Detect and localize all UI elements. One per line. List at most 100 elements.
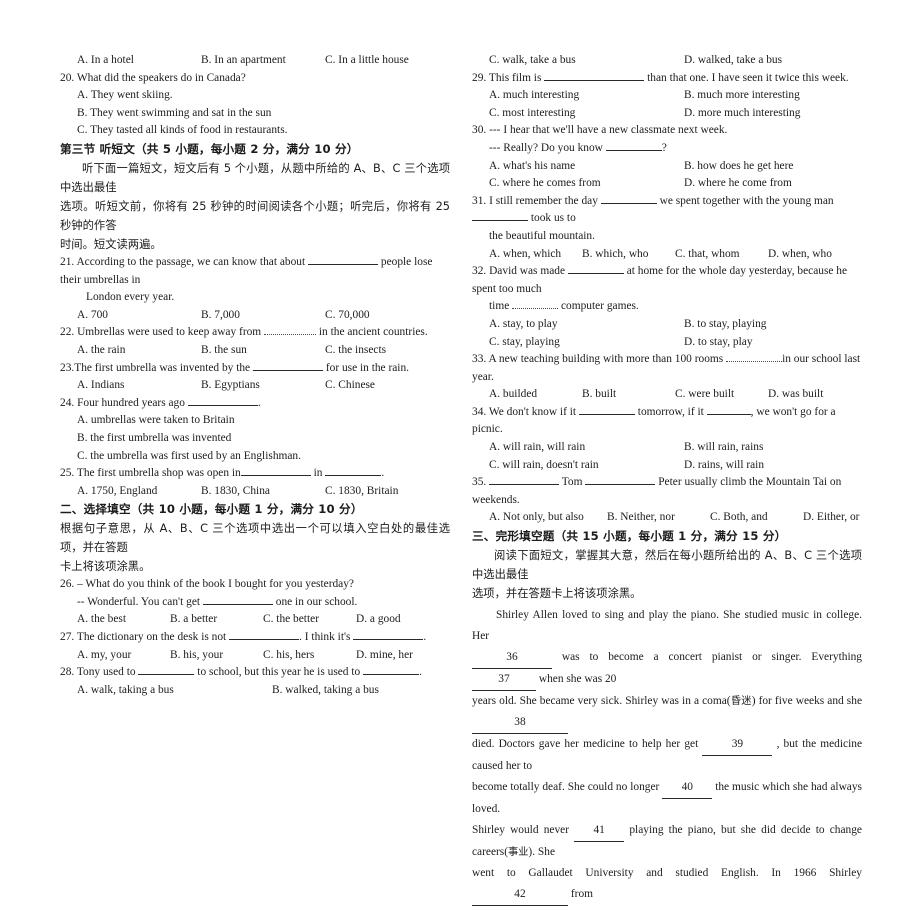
question-28-blank-2 [363, 674, 420, 676]
option-d: D. Either, or [803, 511, 860, 524]
question-21-stem: 21. According to the passage, we can kno… [60, 254, 450, 289]
question-25-blank-2 [325, 475, 382, 477]
cloze-text-13: went to Gallaudet University and studied… [472, 867, 862, 880]
section-3-instruction-line-2: 选项。听短文前，你将有 25 秒钟的时间阅读各个小题；听完后，你将有 25 秒钟… [60, 199, 450, 232]
question-24-stem-part2: . [257, 396, 261, 409]
question-34-blank-2 [706, 413, 751, 415]
option-d: D. a good [356, 613, 401, 626]
question-23-stem: 23.The first umbrella was invented by th… [60, 360, 450, 378]
question-29-stem-part1: 29. This film is [472, 71, 542, 84]
question-34-stem-part2: tomorrow, if it [637, 405, 704, 418]
question-29-options-row2: C. most interesting D. more much interes… [472, 105, 862, 123]
cloze-text-14: from [570, 888, 594, 901]
option-c: C. Chinese [325, 379, 375, 392]
option-b: B. the sun [201, 343, 247, 356]
question-23-blank [252, 369, 323, 371]
question-29-blank [544, 79, 645, 81]
question-22-blank [264, 334, 317, 336]
section-cloze-heading: 三、完形填空题（共 15 小题，每小题 1 分，满分 15 分） [472, 527, 862, 546]
question-31-blank-2 [472, 220, 528, 222]
option-a: A. 700 [77, 308, 109, 321]
cloze-blank-42: 42 [472, 884, 568, 906]
cloze-blank-37: 37 [472, 669, 536, 692]
left-column: A. In a hotel B. In an apartment C. In a… [60, 52, 450, 699]
option-b: B. 1830, China [201, 484, 270, 497]
cloze-blank-41: 41 [574, 820, 625, 843]
question-28-options: A. walk, taking a bus B. walked, taking … [60, 682, 450, 700]
section-2-score-note: （共 10 小题，每小题 1 分，满分 10 分） [130, 502, 363, 517]
question-31-stem-line2: the beautiful mountain. [489, 229, 595, 242]
section-2-instruction-line-2: 卡上将该项涂黑。 [60, 560, 151, 574]
question-33-stem: 33. A new teaching building with more th… [472, 351, 862, 386]
option-a: A. the rain [77, 343, 126, 356]
question-24-option-c: C. the umbrella was first used by an Eng… [77, 449, 301, 462]
question-20-stem: 20. What did the speakers do in Canada? [60, 71, 246, 84]
option-c: C. Both, and [710, 511, 768, 524]
question-34-stem-part1: 34. We don't know if it [472, 405, 577, 418]
option-c: C. were built [675, 388, 735, 401]
option-c: C. where he comes from [489, 177, 601, 190]
question-31-options: A. when, which B. which, who C. that, wh… [472, 246, 862, 264]
question-26-options: A. the best B. a better C. the better D.… [60, 611, 450, 629]
question-20-option-c: C. They tasted all kinds of food in rest… [77, 124, 288, 137]
option-b: B. much more interesting [684, 89, 800, 102]
section-cloze-instruction-line-1: 阅读下面短文，掌握其大意，然后在每小题所给出的 A、B、C 三个选项中选出最佳 [472, 549, 862, 582]
option-c: C. stay, playing [489, 335, 560, 348]
question-30-reply: --- Really? Do you know ? [472, 140, 862, 158]
question-26-stem: 26. – What do you think of the book I bo… [60, 578, 354, 591]
question-31-stem-part1: 31. I still remember the day [472, 194, 598, 207]
question-28-stem-part3: . [419, 666, 422, 679]
section-cloze-instruction-line-2: 选项，并在答题卡上将该项涂黑。 [472, 587, 642, 601]
question-35-stem: 35. Tom Peter usually climb the Mountain… [472, 474, 862, 509]
cloze-text-10: Shirley would never [472, 824, 569, 837]
question-22-options: A. the rain B. the sun C. the insects [60, 342, 450, 360]
question-30-options-row2: C. where he comes from D. where he come … [472, 175, 862, 193]
question-32-stem-line2: time computer games. [472, 298, 862, 316]
option-d: D. was built [768, 388, 824, 401]
question-35-stem-part2: Tom [561, 476, 583, 489]
question-27-stem-part3: . [423, 631, 427, 644]
question-34-blank-1 [578, 413, 635, 415]
question-35-stem-part1: 35. [472, 476, 487, 489]
question-27-blank-1 [229, 639, 300, 641]
option-b: B. Egyptians [201, 379, 260, 392]
option-d: D. more much interesting [684, 106, 801, 119]
question-31-stem-part2: we spent together with the young man [659, 194, 834, 207]
cloze-blank-36: 36 [472, 647, 552, 670]
section-3-instruction-line-3: 时间。短文读两遍。 [60, 237, 162, 251]
question-30-stem: 30. --- I hear that we'll have a new cla… [472, 124, 728, 137]
option-a: A. builded [489, 388, 538, 401]
question-26-reply: -- Wonderful. You can't get one in our s… [60, 594, 450, 612]
cloze-text-3: when she was 20 [538, 673, 617, 686]
option-b: B. which, who [582, 247, 649, 260]
option-a: A. Not only, but also [489, 511, 584, 524]
option-a: A. my, your [77, 648, 132, 661]
option-c: C. 1830, Britain [325, 484, 399, 497]
question-32-options-row1: A. stay, to play B. to stay, playing [472, 316, 862, 334]
section-2-heading: 二、选择填空（共 10 小题，每小题 1 分，满分 10 分） [60, 500, 450, 519]
option-d: D. walked, take a bus [684, 54, 783, 66]
question-33-blank [726, 361, 783, 363]
question-32-stem-part1: 32. David was made [472, 265, 565, 278]
option-b: B. his, your [170, 648, 224, 661]
question-24-option-b: B. the first umbrella was invented [77, 431, 232, 444]
option-a: A. when, which [489, 247, 562, 260]
question-24-stem-part1: 24. Four hundred years ago [60, 396, 185, 409]
cloze-blank-40: 40 [662, 777, 713, 800]
question-22-stem-part2: in the ancient countries. [318, 326, 428, 339]
cloze-passage-line-7: went to Gallaudet University and studied… [472, 863, 862, 906]
question-31-stem: 31. I still remember the day we spent to… [472, 193, 862, 228]
option-a: A. Indians [77, 379, 125, 392]
two-column-layout: A. In a hotel B. In an apartment C. In a… [60, 52, 868, 906]
option-b: B. 7,000 [201, 308, 240, 321]
question-27-stem-part1: 27. The dictionary on the desk is not [60, 631, 227, 644]
option-a: A. what's his name [489, 159, 576, 172]
question-25-stem-part2: in [313, 467, 323, 480]
question-29-stem-part2: than that one. I have seen it twice this… [647, 71, 849, 84]
question-27-blank-2 [353, 639, 424, 641]
question-31-blank-1 [600, 202, 657, 204]
question-34-options-row2: C. will rain, doesn't rain D. rains, wil… [472, 457, 862, 475]
question-35-blank-1 [489, 484, 560, 486]
question-28-stem-part1: 28. Tony used to [60, 666, 136, 679]
cloze-passage-line-2: 36 was to become a concert pianist or si… [472, 647, 862, 692]
